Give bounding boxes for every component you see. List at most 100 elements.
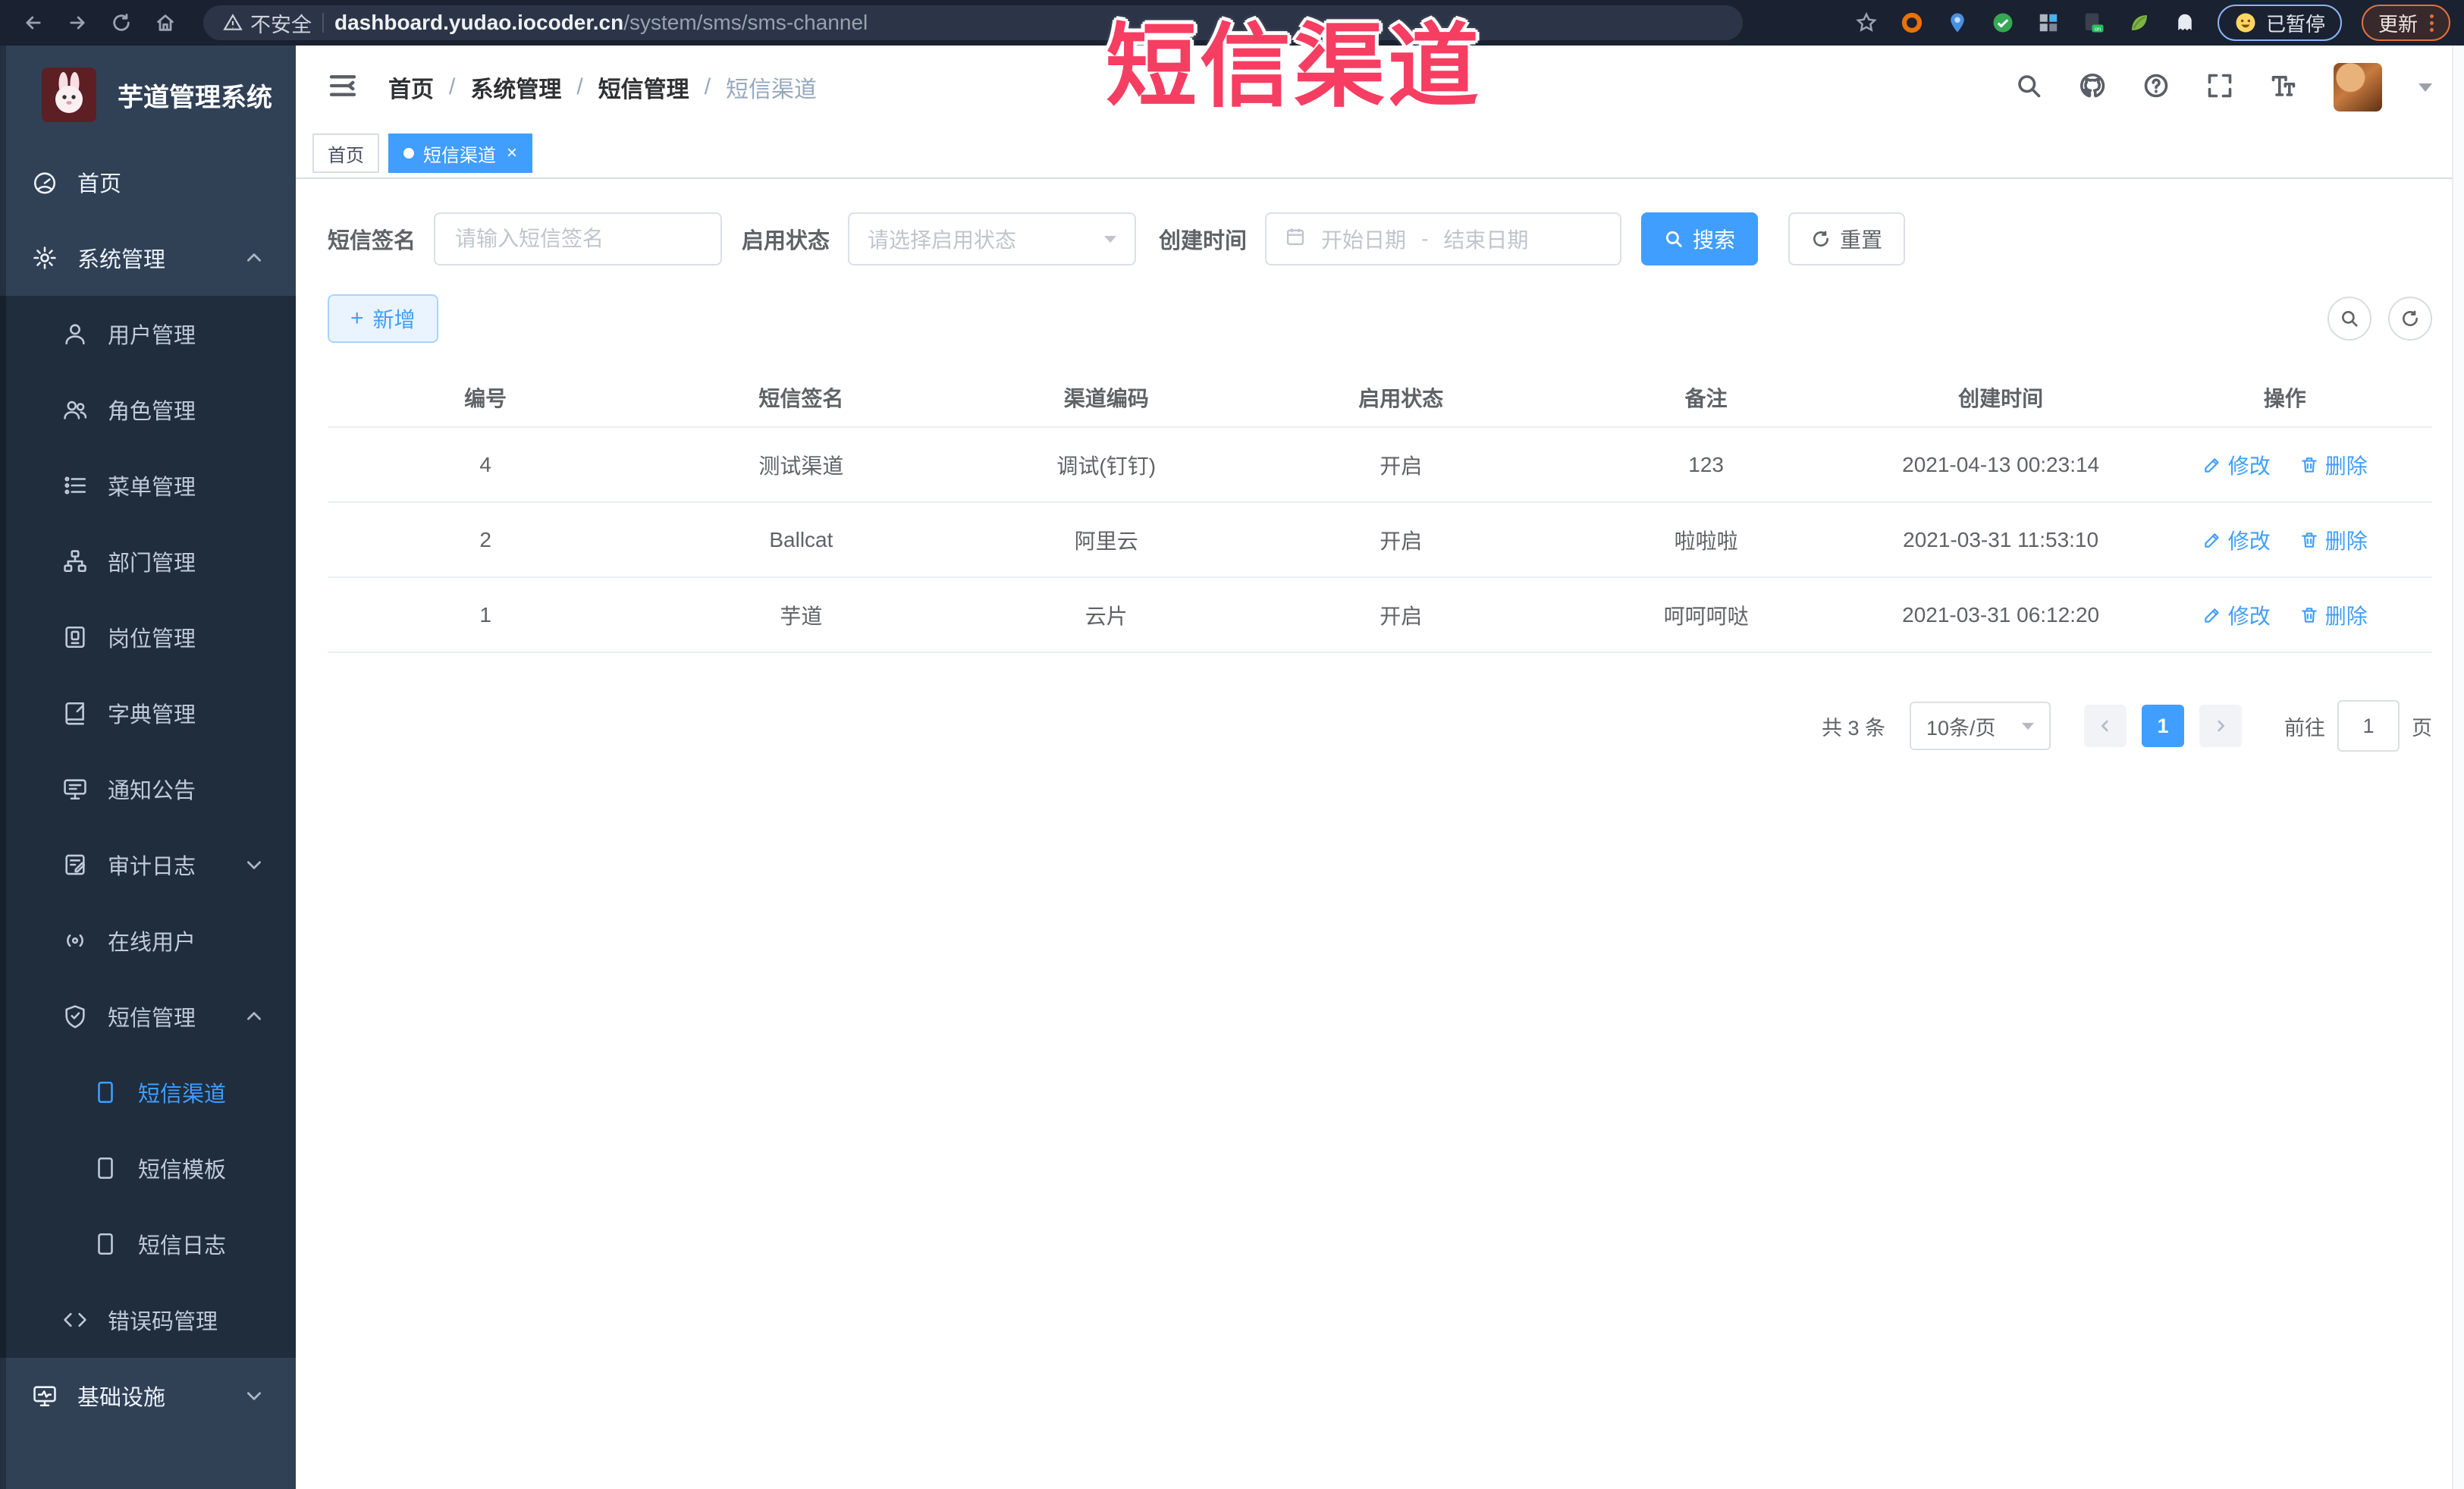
sidebar-item-label: 错误码管理	[108, 1310, 218, 1334]
edit-icon	[2204, 532, 2219, 548]
search-icon[interactable]	[2015, 72, 2042, 103]
sidebar-item-sms-template[interactable]: 短信模板	[0, 1130, 296, 1206]
prev-page-button[interactable]	[2084, 705, 2127, 747]
edit-link[interactable]: 修改	[2202, 450, 2271, 480]
sidebar-item-posts[interactable]: 岗位管理	[0, 599, 296, 675]
page-number-current[interactable]: 1	[2142, 705, 2184, 747]
add-button[interactable]: + 新增	[328, 294, 438, 343]
sidebar-item-menus[interactable]: 菜单管理	[0, 448, 296, 523]
app-logo	[42, 68, 96, 122]
sidebar-item-dictionary[interactable]: 字典管理	[0, 675, 296, 751]
page-scrollbar[interactable]	[2452, 46, 2464, 1489]
sidebar-item-departments[interactable]: 部门管理	[0, 523, 296, 599]
url-text: dashboard.yudao.iocoder.cn/system/sms/sm…	[334, 11, 868, 35]
delete-link[interactable]: 删除	[2299, 525, 2368, 555]
sidebar-item-notices[interactable]: 通知公告	[0, 751, 296, 827]
cell-id: 1	[479, 602, 491, 627]
cell-sign: 芋道	[780, 604, 823, 628]
sidebar-item-roles[interactable]: 角色管理	[0, 372, 296, 448]
sidebar-item-sms-channel[interactable]: 短信渠道	[0, 1054, 296, 1130]
close-tab-icon[interactable]: ×	[507, 144, 517, 162]
hamburger-icon[interactable]	[328, 71, 358, 105]
extension-orange-icon[interactable]	[1899, 10, 1925, 36]
sign-filter-input[interactable]	[454, 226, 703, 252]
reload-icon[interactable]	[102, 5, 141, 40]
help-icon[interactable]	[2142, 72, 2170, 103]
fullscreen-icon[interactable]	[2206, 72, 2233, 103]
breadcrumb-item-home[interactable]: 首页	[388, 71, 434, 104]
github-icon[interactable]	[2079, 72, 2106, 103]
breadcrumb-item-system[interactable]: 系统管理	[470, 71, 561, 104]
tab-home[interactable]: 首页	[312, 134, 379, 173]
cell-actions: 修改 删除	[2138, 450, 2433, 480]
start-date-placeholder[interactable]: 开始日期	[1321, 224, 1406, 254]
search-button[interactable]: 搜索	[1641, 212, 1759, 265]
sidebar-scrollbar[interactable]	[0, 46, 6, 1489]
list-icon	[62, 473, 88, 498]
tags-view-bar: 首页 短信渠道 ×	[296, 129, 2464, 179]
address-bar[interactable]: 不安全 dashboard.yudao.iocoder.cn/system/sm…	[203, 5, 1743, 40]
delete-link[interactable]: 删除	[2299, 450, 2368, 480]
reset-button[interactable]: 重置	[1788, 212, 1906, 265]
sidebar-item-label: 通知公告	[108, 779, 196, 803]
search-button-label: 搜索	[1693, 228, 1736, 252]
browser-update-button[interactable]: 更新	[2361, 5, 2450, 41]
extension-check-icon[interactable]	[1990, 10, 2016, 36]
document-icon	[93, 1231, 118, 1257]
sidebar-item-label: 首页	[77, 172, 122, 196]
sidebar-item-sms-log[interactable]: 短信日志	[0, 1206, 296, 1282]
next-page-button[interactable]	[2199, 705, 2242, 747]
refresh-table-button[interactable]	[2388, 297, 2432, 341]
goto-page-input[interactable]: 1	[2337, 700, 2400, 752]
shield-icon	[62, 1004, 88, 1029]
extension-pin-icon[interactable]	[1945, 10, 1970, 36]
bookmark-star-icon[interactable]	[1853, 10, 1879, 36]
not-secure-warning[interactable]: 不安全	[223, 8, 312, 38]
avatar-caret-icon[interactable]	[2418, 83, 2432, 92]
toggle-search-button[interactable]	[2327, 297, 2371, 341]
cell-status: 开启	[1380, 454, 1423, 478]
end-date-placeholder[interactable]: 结束日期	[1443, 224, 1528, 254]
extension-leaf-icon[interactable]	[2127, 10, 2152, 36]
extension-ghost-icon[interactable]	[2172, 10, 2198, 36]
edit-link[interactable]: 修改	[2202, 525, 2271, 555]
breadcrumb-separator: /	[449, 74, 456, 99]
status-filter-select[interactable]: 请选择启用状态	[848, 212, 1137, 265]
cell-status: 开启	[1380, 604, 1423, 628]
sidebar-item-online-users[interactable]: 在线用户	[0, 903, 296, 979]
user-avatar[interactable]	[2334, 63, 2382, 112]
browser-menu-icon[interactable]	[2430, 14, 2434, 32]
sidebar-item-infrastructure[interactable]: 基础设施	[0, 1358, 296, 1434]
extension-paused-badge[interactable]: 已暂停	[2217, 5, 2342, 41]
app-logo-row[interactable]: 芋道管理系统	[0, 46, 296, 144]
sidebar-item-audit-logs[interactable]: 审计日志	[0, 827, 296, 903]
sidebar-item-error-codes[interactable]: 错误码管理	[0, 1282, 296, 1358]
trash-icon	[2302, 457, 2317, 473]
refresh-icon	[2403, 310, 2418, 326]
select-caret-icon	[2022, 722, 2034, 730]
dashboard-icon	[32, 169, 58, 195]
not-secure-label: 不安全	[250, 13, 312, 36]
extension-on-badge-icon[interactable]: on	[2081, 10, 2107, 36]
font-size-icon[interactable]	[2270, 72, 2297, 103]
extension-grid-icon[interactable]	[2036, 10, 2061, 36]
cell-actions: 修改 删除	[2138, 600, 2433, 630]
edit-link[interactable]: 修改	[2202, 600, 2271, 630]
home-icon[interactable]	[146, 5, 185, 40]
sidebar-item-users[interactable]: 用户管理	[0, 296, 296, 372]
tab-sms-channel[interactable]: 短信渠道 ×	[388, 134, 533, 173]
date-range-picker[interactable]: 开始日期 - 结束日期	[1265, 212, 1622, 265]
back-icon[interactable]	[14, 5, 53, 40]
delete-link[interactable]: 删除	[2299, 600, 2368, 630]
smiley-icon	[2236, 13, 2255, 33]
sidebar-item-sms[interactable]: 短信管理	[0, 979, 296, 1054]
sidebar-item-system[interactable]: 系统管理	[0, 220, 296, 296]
url-path: /system/sms/sms-channel	[623, 11, 868, 34]
page-size-select[interactable]: 10条/页	[1910, 702, 2051, 750]
breadcrumb-item-current: 短信渠道	[726, 77, 818, 102]
breadcrumb-item-sms[interactable]: 短信管理	[598, 71, 689, 104]
forward-icon[interactable]	[58, 5, 97, 40]
col-actions: 操作	[2263, 387, 2306, 410]
document-icon	[93, 1079, 118, 1105]
sidebar-item-home[interactable]: 首页	[0, 144, 296, 220]
